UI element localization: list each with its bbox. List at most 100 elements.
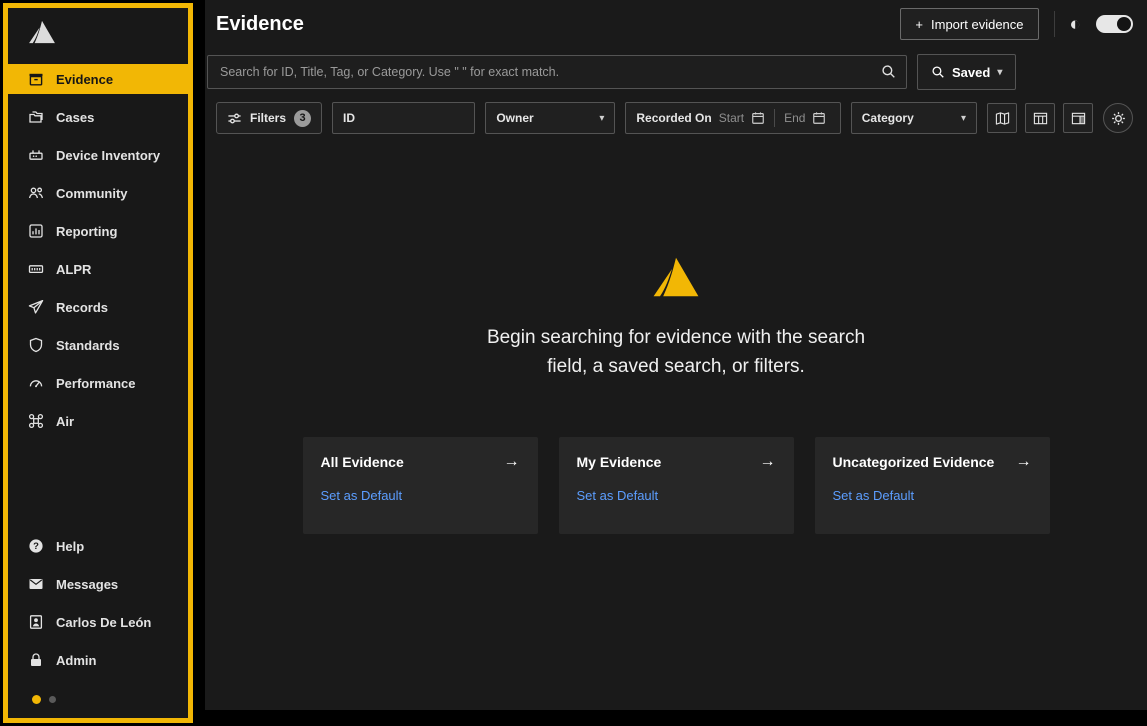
arrow-right-icon[interactable]: → [1016,453,1032,471]
table-detail-view-button[interactable] [1063,103,1093,133]
sidebar-item-evidence[interactable]: Evidence [8,64,188,94]
help-icon: ? [28,538,44,554]
svg-text:?: ? [33,541,39,552]
gear-icon [1111,111,1126,126]
filters-button[interactable]: Filters 3 [216,102,322,134]
sidebar-item-label: Carlos De León [56,615,151,630]
theme-toggle-knob [1117,17,1131,31]
start-date-input[interactable]: Start [719,111,744,125]
table-detail-icon [1071,111,1086,126]
arrow-right-icon[interactable]: → [760,453,776,471]
map-icon [995,111,1010,126]
paper-plane-icon [28,299,44,315]
search-field-wrap [207,55,907,89]
sidebar: Evidence Cases Device Inv [3,3,193,723]
filter-category-dropdown[interactable]: Category ▾ [851,102,977,134]
pagination-dot-active[interactable] [32,695,41,704]
drone-icon [28,413,44,429]
search-icon[interactable] [881,64,896,79]
table-view-button[interactable] [1025,103,1055,133]
sidebar-item-performance[interactable]: Performance [8,368,188,398]
header-divider [1054,11,1055,37]
sidebar-item-label: Device Inventory [56,148,160,163]
sidebar-item-label: Records [56,300,108,315]
card-header: Uncategorized Evidence → [833,453,1032,471]
sidebar-item-air[interactable]: Air [8,406,188,436]
sidebar-item-alpr[interactable]: ALPR [8,254,188,284]
sidebar-item-user-profile[interactable]: Carlos De León [8,607,188,637]
import-evidence-label: Import evidence [931,17,1024,32]
saved-search-cards: All Evidence → Set as Default My Evidenc… [205,437,1147,534]
chevron-down-icon: ▾ [997,67,1002,78]
device-dock-icon [28,147,44,163]
category-label: Category [862,111,914,125]
sidebar-pagination [8,683,188,716]
sidebar-item-label: ALPR [56,262,91,277]
search-input[interactable] [207,55,907,89]
envelope-icon [28,576,44,592]
filter-id-field[interactable]: ID [332,102,475,134]
filter-recorded-on[interactable]: Recorded On Start End [625,102,840,134]
license-plate-icon [28,261,44,277]
date-range-divider [774,109,775,127]
arrow-right-icon[interactable]: → [504,453,520,471]
sidebar-item-reporting[interactable]: Reporting [8,216,188,246]
sidebar-item-help[interactable]: ? Help [8,531,188,561]
card-uncategorized-evidence[interactable]: Uncategorized Evidence → Set as Default [815,437,1050,534]
sidebar-item-label: Performance [56,376,135,391]
sidebar-item-community[interactable]: Community [8,178,188,208]
recorded-on-label: Recorded On [636,111,711,125]
sidebar-item-records[interactable]: Records [8,292,188,322]
import-evidence-button[interactable]: + Import evidence [900,8,1038,40]
content-area: Begin searching for evidence with the se… [205,144,1147,534]
sidebar-item-cases[interactable]: Cases [8,102,188,132]
bar-chart-icon [28,223,44,239]
sidebar-item-admin[interactable]: Admin [8,645,188,675]
id-label: ID [343,111,355,125]
card-title: All Evidence [321,454,404,470]
set-default-link[interactable]: Set as Default [833,488,915,503]
sidebar-item-label: Messages [56,577,118,592]
set-default-link[interactable]: Set as Default [577,488,659,503]
saved-searches-button[interactable]: Saved ▾ [917,54,1016,90]
set-default-link[interactable]: Set as Default [321,488,403,503]
view-switcher [987,103,1133,133]
saved-label: Saved [952,65,990,80]
sidebar-item-standards[interactable]: Standards [8,330,188,360]
contrast-icon[interactable]: ◐ [1070,15,1081,34]
table-icon [1033,111,1048,126]
header-actions: + Import evidence ◐ [900,8,1133,40]
card-title: My Evidence [577,454,662,470]
lock-icon [28,652,44,668]
empty-state-message: Begin searching for evidence with the se… [205,324,1147,381]
card-all-evidence[interactable]: All Evidence → Set as Default [303,437,538,534]
theme-toggle[interactable] [1096,15,1133,33]
owner-label: Owner [496,111,533,125]
evidence-box-icon [28,71,44,87]
map-view-button[interactable] [987,103,1017,133]
people-icon [28,185,44,201]
filter-owner-dropdown[interactable]: Owner ▾ [485,102,615,134]
pagination-dot[interactable] [49,696,56,703]
user-badge-icon [28,614,44,630]
calendar-icon[interactable] [751,111,765,125]
sidebar-item-label: Admin [56,653,96,668]
main-panel: Evidence + Import evidence ◐ [205,0,1147,710]
filter-count-badge: 3 [294,110,311,127]
sidebar-nav: Evidence Cases Device Inv [8,64,188,436]
shield-icon [28,337,44,353]
sidebar-item-label: Standards [56,338,120,353]
card-my-evidence[interactable]: My Evidence → Set as Default [559,437,794,534]
end-date-input[interactable]: End [784,111,805,125]
sidebar-item-device-inventory[interactable]: Device Inventory [8,140,188,170]
column-settings-button[interactable] [1103,103,1133,133]
page-title: Evidence [216,13,304,36]
sidebar-footer: ? Help Messages Carlos De [8,531,188,718]
sidebar-item-label: Air [56,414,74,429]
card-header: All Evidence → [321,453,520,471]
axon-delta-logo [205,256,1147,298]
calendar-icon[interactable] [812,111,826,125]
sidebar-item-messages[interactable]: Messages [8,569,188,599]
filters-row: Filters 3 ID Owner ▾ Recorded On Start [205,98,1147,144]
chevron-down-icon: ▾ [599,113,604,124]
